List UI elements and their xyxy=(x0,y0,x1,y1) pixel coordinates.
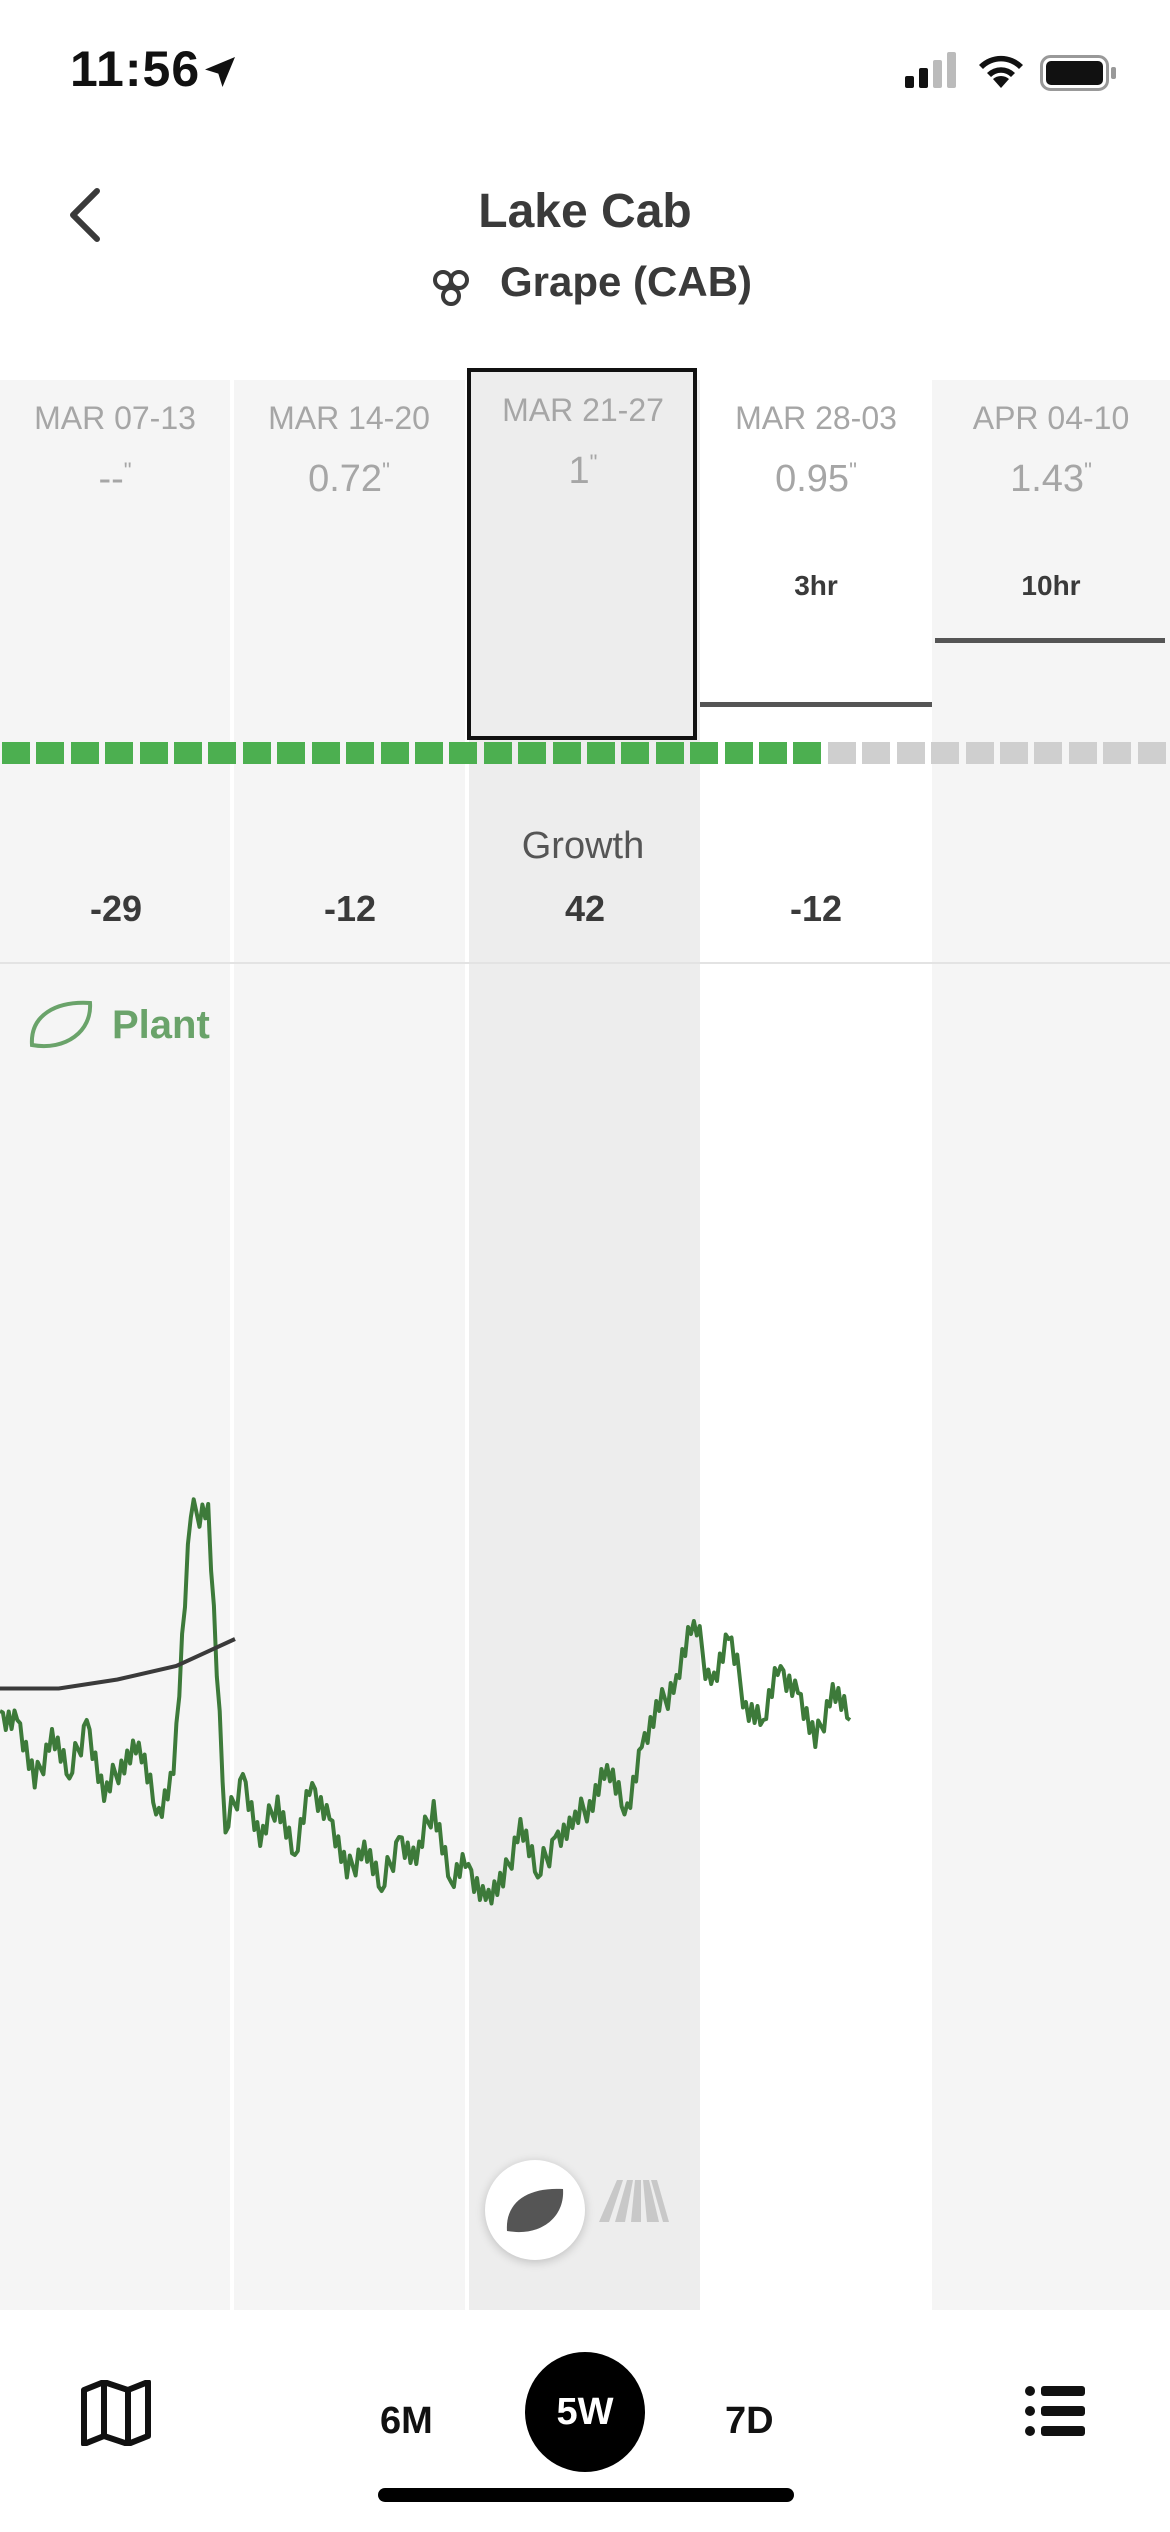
growth-strip-segment xyxy=(208,742,237,764)
range-5w-button[interactable]: 5W xyxy=(525,2352,645,2472)
growth-strip-segment xyxy=(174,742,203,764)
map-icon[interactable] xyxy=(80,2380,152,2446)
plant-chart xyxy=(0,1497,852,1906)
threshold-line xyxy=(0,1637,236,1691)
growth-strip-segment xyxy=(414,742,443,764)
growth-strip-segment xyxy=(1068,742,1097,764)
week-irrigation-duration: 10hr xyxy=(1021,570,1081,601)
header: Lake Cab xyxy=(0,160,1170,270)
plant-signal-line xyxy=(0,1497,852,1906)
cellular-signal-icon xyxy=(905,52,956,88)
growth-strip-segment xyxy=(827,742,856,764)
growth-strip-segment xyxy=(70,742,99,764)
growth-strip-segment xyxy=(139,742,168,764)
road-icon[interactable] xyxy=(597,2178,669,2224)
growth-strip-segment xyxy=(277,742,306,764)
week-header[interactable]: MAR 07-13 --" xyxy=(0,380,230,740)
week-date: APR 04-10 xyxy=(972,400,1130,436)
week-rain: 0.95" xyxy=(775,458,857,500)
week-date: MAR 28-03 xyxy=(735,400,897,436)
home-indicator xyxy=(378,2488,794,2502)
week-date: MAR 21-27 xyxy=(502,392,664,428)
battery-icon xyxy=(1040,55,1116,91)
growth-strip-segment xyxy=(965,742,994,764)
growth-strip-segment xyxy=(931,742,960,764)
growth-strip-segment xyxy=(724,742,753,764)
week-rain: 1" xyxy=(568,450,598,492)
growth-value: -12 xyxy=(323,888,377,929)
plant-legend[interactable]: Plant xyxy=(26,995,210,1055)
plant-legend-label: Plant xyxy=(112,1002,210,1047)
growth-strip-segment xyxy=(896,742,925,764)
growth-strip-segment xyxy=(862,742,891,764)
page-title: Lake Cab xyxy=(478,185,692,238)
growth-strip-segment xyxy=(380,742,409,764)
growth-strip-segment xyxy=(105,742,134,764)
growth-value: -12 xyxy=(789,888,843,929)
status-bar: 11:56 xyxy=(0,0,1170,140)
plant-layer-button[interactable] xyxy=(485,2160,585,2260)
row-divider xyxy=(0,962,1170,964)
growth-strip-segment xyxy=(36,742,65,764)
growth-strip-segment xyxy=(1034,742,1063,764)
grape-icon xyxy=(433,270,469,306)
irrigation-duration-bar xyxy=(935,638,1165,643)
growth-strip-segment xyxy=(483,742,512,764)
crop-label: Grape (CAB) xyxy=(500,260,753,305)
week-rain: 1.43" xyxy=(1010,458,1092,500)
week-date: MAR 14-20 xyxy=(268,400,430,436)
growth-strip-segment xyxy=(655,742,684,764)
growth-strip-segment xyxy=(690,742,719,764)
week-irrigation-duration: 3hr xyxy=(794,570,838,601)
growth-strip-segment xyxy=(2,742,30,764)
growth-strip-segment xyxy=(793,742,822,764)
growth-strip-segment xyxy=(621,742,650,764)
wifi-icon xyxy=(979,55,1023,88)
week-header[interactable]: MAR 14-20 0.72" xyxy=(234,380,464,740)
range-7d-button[interactable]: 7D xyxy=(725,2400,774,2443)
growth-strip-segment xyxy=(759,742,788,764)
week-header[interactable]: MAR 28-03 0.95" 3hr xyxy=(700,380,932,740)
growth-strip-segment xyxy=(587,742,615,764)
growth-values-row: Growth -29 -12 42 -12 xyxy=(0,780,1170,962)
growth-strip-segment xyxy=(311,742,340,764)
week-header-selected[interactable]: MAR 21-27 1" xyxy=(469,380,697,740)
range-6m-button[interactable]: 6M xyxy=(380,2400,433,2443)
growth-strip-segment xyxy=(449,742,478,764)
growth-strip-segment xyxy=(1103,742,1132,764)
growth-value: 42 xyxy=(564,888,606,929)
growth-value: -29 xyxy=(89,888,143,929)
location-arrow-icon xyxy=(205,57,235,87)
week-rain: --" xyxy=(98,458,132,500)
week-header[interactable]: APR 04-10 1.43" 10hr xyxy=(935,380,1167,740)
growth-progress-strip xyxy=(0,742,1170,764)
bottom-navigation: 6M 5W 7D xyxy=(0,2310,1170,2532)
list-icon[interactable] xyxy=(1025,2385,1085,2437)
growth-strip-segment xyxy=(518,742,547,764)
status-time: 11:56 xyxy=(70,41,201,97)
week-rain: 0.72" xyxy=(308,458,390,500)
growth-strip-segment xyxy=(242,742,271,764)
growth-strip-segment xyxy=(1137,742,1166,764)
crop-subtitle: Grape (CAB) xyxy=(0,260,1170,310)
growth-label: Growth xyxy=(521,825,645,867)
growth-strip-segment xyxy=(552,742,581,764)
irrigation-duration-bar xyxy=(700,702,932,707)
growth-strip-segment xyxy=(999,742,1028,764)
week-date: MAR 07-13 xyxy=(34,400,196,436)
leaf-icon xyxy=(506,2188,564,2233)
leaf-icon xyxy=(29,1000,93,1049)
growth-strip-segment xyxy=(346,742,375,764)
